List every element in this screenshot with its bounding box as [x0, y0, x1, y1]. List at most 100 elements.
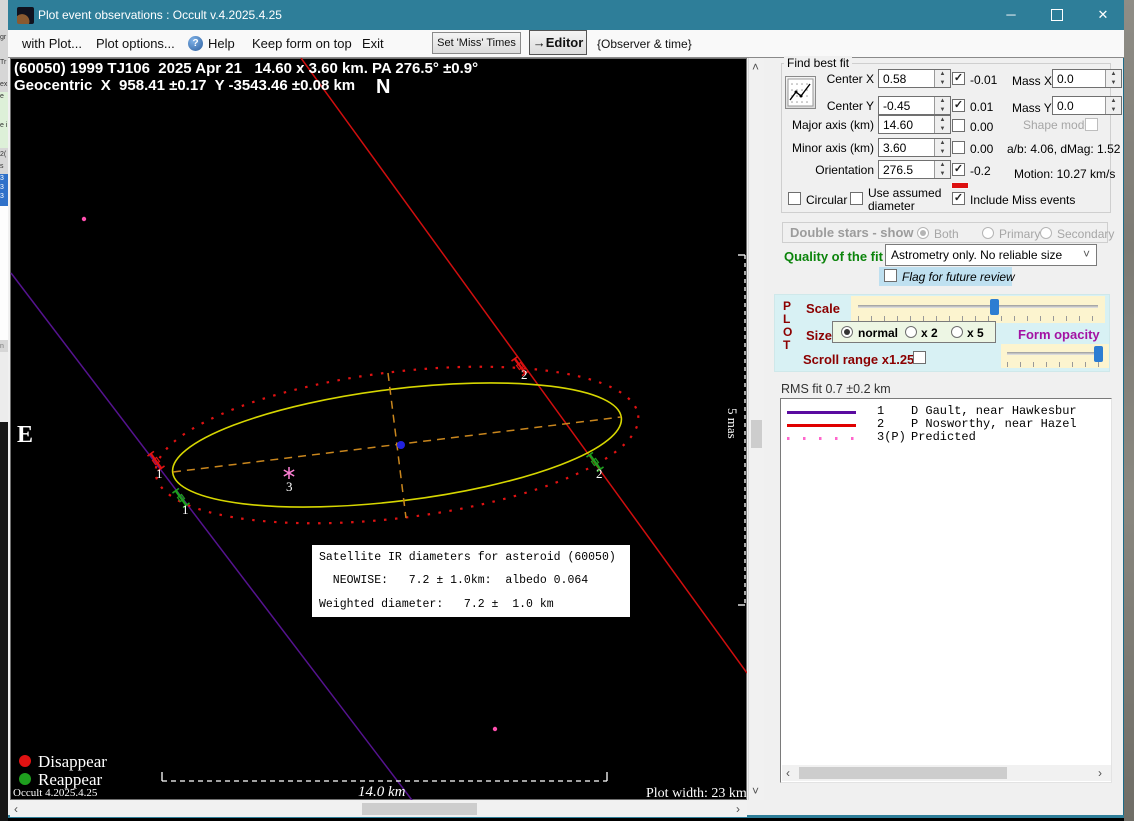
plot-letter-p: P — [783, 299, 791, 313]
set-miss-times-button[interactable]: Set 'Miss' Times — [432, 32, 521, 54]
mass-x-spinner[interactable]: 0.0 ▲▼ — [1052, 69, 1122, 88]
size-normal-radio[interactable] — [841, 326, 853, 338]
quality-dropdown[interactable]: Astrometry only. No reliable size ˅ — [885, 244, 1097, 266]
minor-axis-spinner[interactable]: 3.60 ▲▼ — [878, 138, 951, 157]
shape-model-checkbox[interactable] — [1085, 118, 1098, 131]
list-horizontal-scrollbar[interactable]: ‹ › — [782, 765, 1111, 781]
scroll-right-icon[interactable]: › — [736, 802, 740, 816]
size-x2-radio[interactable] — [905, 326, 917, 338]
spin-down-icon[interactable]: ▼ — [935, 170, 950, 179]
orientation-value[interactable]: 276.5 — [879, 161, 934, 178]
vertical-scroll-thumb[interactable] — [751, 420, 762, 448]
spin-down-icon[interactable]: ▼ — [935, 125, 950, 134]
center-y-updown[interactable]: ▲▼ — [934, 97, 950, 114]
spin-up-icon[interactable]: ▲ — [935, 139, 950, 148]
center-x-spinner[interactable]: 0.58 ▲▼ — [878, 69, 951, 88]
minor-axis-updown[interactable]: ▲▼ — [934, 139, 950, 156]
editor-button[interactable]: →Editor — [529, 30, 587, 55]
scroll-left-icon[interactable]: ‹ — [14, 802, 18, 816]
predicted-path-dot — [493, 727, 497, 731]
spin-up-icon[interactable]: ▲ — [1106, 97, 1121, 106]
quality-dropdown-value: Astrometry only. No reliable size — [891, 248, 1062, 262]
menu-with-plot[interactable]: with Plot... — [22, 36, 82, 51]
mass-x-updown[interactable]: ▲▼ — [1105, 70, 1121, 87]
spin-down-icon[interactable]: ▼ — [935, 148, 950, 157]
spin-up-icon[interactable]: ▲ — [935, 116, 950, 125]
spin-up-icon[interactable]: ▲ — [935, 161, 950, 170]
spin-up-icon[interactable]: ▲ — [935, 70, 950, 79]
center-x-fit-checkbox[interactable] — [952, 72, 965, 85]
orientation-updown[interactable]: ▲▼ — [934, 161, 950, 178]
minor-axis-value[interactable]: 3.60 — [879, 139, 934, 156]
mass-y-value[interactable]: 0.0 — [1053, 97, 1105, 114]
spin-down-icon[interactable]: ▼ — [935, 106, 950, 115]
orientation-fit-checkbox[interactable] — [952, 163, 965, 176]
spin-down-icon[interactable]: ▼ — [1106, 79, 1121, 88]
major-axis-fit-checkbox[interactable] — [952, 119, 965, 132]
reappear-legend-dot — [19, 773, 31, 785]
flag-review-checkbox[interactable] — [884, 269, 897, 282]
circular-label: Circular — [806, 193, 847, 207]
scale-bar-label: 14.0 km — [358, 784, 406, 801]
scroll-range-checkbox[interactable] — [913, 351, 926, 364]
minimize-button[interactable]: ─ — [989, 0, 1033, 30]
background-window-strip: gr Tr ex e e i 2( s 3 3 3 n — [0, 0, 8, 821]
center-y-spinner[interactable]: -0.45 ▲▼ — [878, 96, 951, 115]
maximize-icon — [1051, 9, 1063, 21]
menu-exit[interactable]: Exit — [362, 36, 384, 51]
orientation-delta: -0.2 — [970, 164, 991, 178]
menu-help[interactable]: Help — [208, 36, 235, 51]
center-x-value[interactable]: 0.58 — [879, 70, 934, 87]
major-axis-spinner[interactable]: 14.60 ▲▼ — [878, 115, 951, 134]
close-button[interactable]: ✕ — [1081, 0, 1125, 30]
major-axis-updown[interactable]: ▲▼ — [934, 116, 950, 133]
double-stars-secondary-radio[interactable] — [1040, 227, 1052, 239]
circular-checkbox[interactable] — [788, 192, 801, 205]
app-icon — [17, 7, 34, 24]
center-x-delta: -0.01 — [970, 73, 997, 87]
center-y-value[interactable]: -0.45 — [879, 97, 934, 114]
plot-geometry: 1 1 2 2 3 — [10, 58, 747, 800]
minor-axis-fit-checkbox[interactable] — [952, 141, 965, 154]
menu-keep-on-top[interactable]: Keep form on top — [252, 36, 352, 51]
center-x-updown[interactable]: ▲▼ — [934, 70, 950, 87]
chord1-disappear-label: 1 — [156, 466, 163, 481]
menu-plot-options[interactable]: Plot options... — [96, 36, 175, 51]
center-y-fit-checkbox[interactable] — [952, 99, 965, 112]
double-stars-primary-radio[interactable] — [982, 227, 994, 239]
observations-list[interactable]: 1 D Gault, near Hawkesbur 2 P Nosworthy,… — [780, 398, 1112, 783]
spin-up-icon[interactable]: ▲ — [935, 97, 950, 106]
mass-y-updown[interactable]: ▲▼ — [1105, 97, 1121, 114]
spin-down-icon[interactable]: ▼ — [1106, 106, 1121, 115]
mass-y-spinner[interactable]: 0.0 ▲▼ — [1052, 96, 1122, 115]
size-x2-label: x 2 — [921, 326, 938, 340]
major-axis-value[interactable]: 14.60 — [879, 116, 934, 133]
maximize-button[interactable] — [1035, 0, 1079, 30]
form-opacity-label: Form opacity — [1018, 327, 1100, 342]
plot-horizontal-scrollbar[interactable]: ‹ › — [10, 801, 747, 817]
use-assumed-diameter-checkbox[interactable] — [850, 192, 863, 205]
include-miss-checkbox[interactable] — [952, 192, 965, 205]
mass-x-value[interactable]: 0.0 — [1053, 70, 1105, 87]
satellite-info-box: Satellite IR diameters for asteroid (600… — [311, 544, 631, 618]
scroll-up-icon[interactable]: ˄ — [752, 60, 759, 74]
titlebar[interactable]: Plot event observations : Occult v.4.202… — [8, 0, 1124, 30]
horizontal-scroll-thumb[interactable] — [362, 803, 477, 815]
scroll-down-icon[interactable]: ˅ — [752, 784, 759, 798]
form-opacity-thumb[interactable] — [1094, 346, 1103, 362]
plot-vertical-scrollbar[interactable]: ˄ ˅ — [748, 58, 764, 800]
spin-up-icon[interactable]: ▲ — [1106, 70, 1121, 79]
orientation-spinner[interactable]: 276.5 ▲▼ — [878, 160, 951, 179]
background-text-fragment: ex — [0, 80, 7, 89]
double-stars-both-radio[interactable] — [917, 227, 929, 239]
scale-slider[interactable] — [851, 296, 1105, 323]
scroll-left-icon[interactable]: ‹ — [786, 766, 790, 780]
scale-slider-thumb[interactable] — [990, 299, 999, 315]
list-scroll-thumb[interactable] — [799, 767, 1007, 779]
scroll-right-icon[interactable]: › — [1098, 766, 1102, 780]
info-line2: NEOWISE: 7.2 ± 1.0km: albedo 0.064 — [319, 574, 588, 587]
size-x5-radio[interactable] — [951, 326, 963, 338]
form-opacity-slider[interactable] — [1001, 344, 1109, 368]
background-selection-band: 3 3 3 — [0, 174, 8, 206]
spin-down-icon[interactable]: ▼ — [935, 79, 950, 88]
